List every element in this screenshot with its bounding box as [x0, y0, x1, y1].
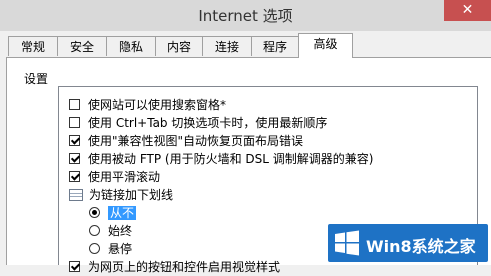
setting-search-pane[interactable]: 使网站可以使用搜索窗格* — [69, 96, 226, 114]
settings-group-label: 设置 — [24, 72, 49, 86]
setting-label: 为链接加下划线 — [89, 188, 174, 202]
tab-general[interactable]: 常规 — [8, 36, 58, 56]
radio-label: 始终 — [108, 224, 133, 238]
windows-logo-icon — [335, 230, 359, 256]
tab-advanced[interactable]: 高级 — [298, 33, 353, 58]
checkbox[interactable] — [69, 171, 80, 182]
setting-label: 为网页上的按钮和控件启用视觉样式 — [88, 260, 281, 274]
tab-privacy[interactable]: 隐私 — [106, 36, 156, 56]
radio-button[interactable] — [89, 243, 100, 254]
watermark-badge: Win8系统之家 — [328, 224, 488, 262]
checkbox[interactable] — [69, 135, 80, 146]
tab-connections[interactable]: 连接 — [202, 36, 252, 56]
setting-compat-view[interactable]: 使用"兼容性视图"自动恢复页面布局错误 — [69, 132, 303, 150]
checkbox[interactable] — [69, 99, 80, 110]
setting-passive-ftp[interactable]: 使用被动 FTP (用于防火墙和 DSL 调制解调器的兼容) — [69, 150, 373, 168]
setting-label: 使网站可以使用搜索窗格* — [88, 98, 227, 112]
radio-always[interactable]: 始终 — [89, 222, 132, 240]
radio-never[interactable]: 从不 — [89, 204, 137, 222]
radio-button[interactable] — [89, 225, 100, 236]
setting-smooth-scroll[interactable]: 使用平滑滚动 — [69, 168, 160, 186]
setting-ctrl-tab-order[interactable]: 使用 Ctrl+Tab 切换选项卡时，使用最新顺序 — [69, 114, 327, 132]
tab-strip: 常规 安全 隐私 内容 连接 程序 高级 — [0, 33, 491, 58]
setting-label: 使用被动 FTP (用于防火墙和 DSL 调制解调器的兼容) — [88, 152, 374, 166]
setting-label: 使用平滑滚动 — [88, 170, 161, 184]
tab-programs[interactable]: 程序 — [251, 36, 299, 56]
checkbox[interactable] — [69, 261, 80, 272]
settings-group-icon — [69, 188, 83, 201]
radio-button[interactable] — [89, 207, 100, 218]
watermark-text: Win8系统之家 — [366, 237, 476, 256]
setting-label: 使用 Ctrl+Tab 切换选项卡时，使用最新顺序 — [88, 116, 328, 130]
setting-group-underline-links: 为链接加下划线 — [69, 186, 173, 204]
tab-security[interactable]: 安全 — [57, 36, 107, 56]
radio-label: 悬停 — [108, 242, 133, 256]
title-bar: Internet 选项 ✕ — [0, 0, 491, 31]
radio-hover[interactable]: 悬停 — [89, 240, 132, 258]
tab-content[interactable]: 内容 — [155, 36, 203, 56]
setting-label: 使用"兼容性视图"自动恢复页面布局错误 — [88, 134, 304, 148]
close-button[interactable]: ✕ — [444, 0, 491, 21]
radio-label: 从不 — [108, 206, 137, 220]
setting-visual-styles[interactable]: 为网页上的按钮和控件启用视觉样式 — [69, 258, 280, 276]
checkbox[interactable] — [69, 117, 80, 128]
checkbox[interactable] — [69, 153, 80, 164]
window-title: Internet 选项 — [198, 7, 293, 25]
